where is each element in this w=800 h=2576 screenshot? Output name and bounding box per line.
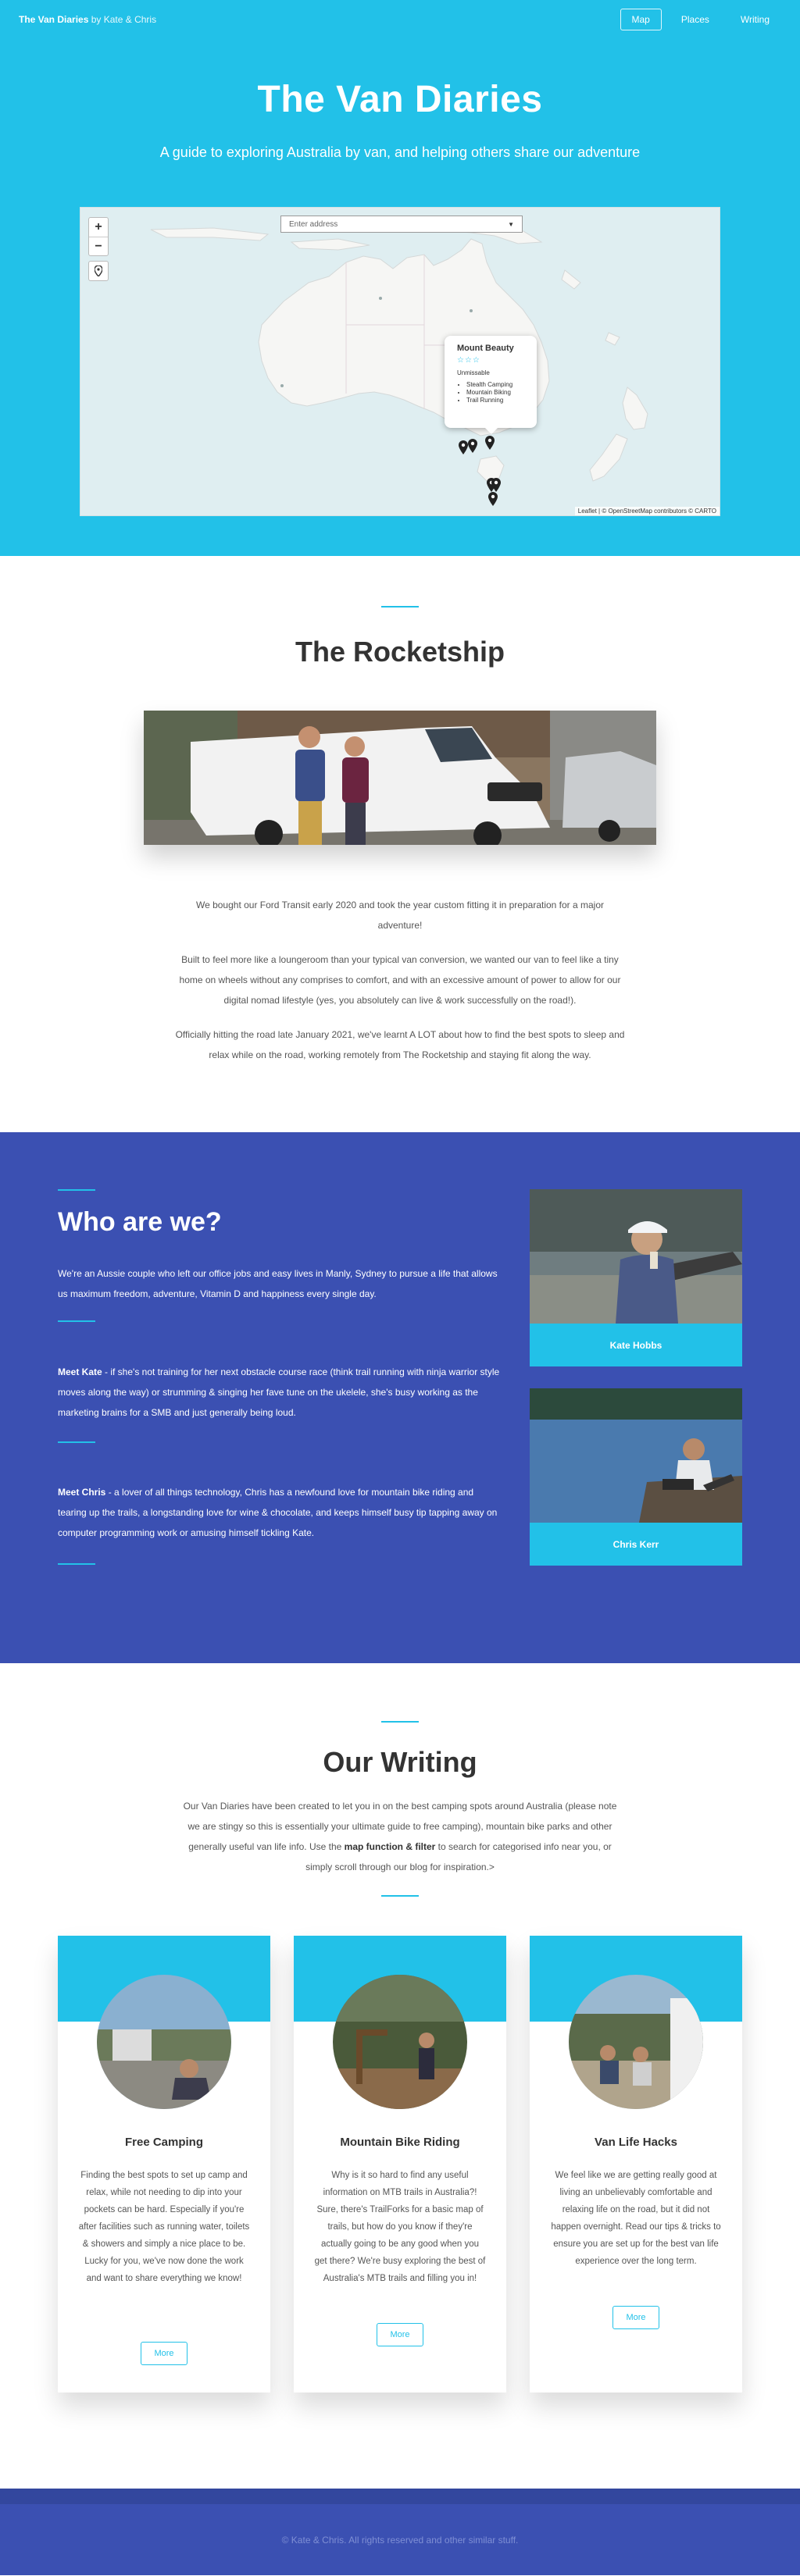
nav-link-writing[interactable]: Writing <box>729 9 781 30</box>
card-title: Van Life Hacks <box>595 2136 677 2149</box>
more-button[interactable]: More <box>141 2342 188 2365</box>
rocketship-section: The Rocketship We bought our Ford Transi… <box>0 556 800 1132</box>
section-divider <box>58 1320 95 1322</box>
map-marker-icon[interactable] <box>459 440 468 454</box>
rocketship-paragraph: Built to feel more like a loungeroom tha… <box>179 954 621 1006</box>
top-nav: The Van Diaries by Kate & Chris Map Plac… <box>0 0 800 39</box>
map-marker-icon[interactable] <box>488 492 498 506</box>
zoom-control: + − <box>88 217 109 256</box>
card-title: Mountain Bike Riding <box>340 2136 460 2149</box>
who-section: Who are we? We're an Aussie couple who l… <box>0 1132 800 1663</box>
section-divider <box>381 1895 419 1897</box>
popup-description: Unmissable <box>457 369 490 376</box>
card-body: Why is it so hard to find any useful inf… <box>314 2171 486 2283</box>
rocketship-title: The Rocketship <box>295 636 505 668</box>
popup-activity: Trail Running <box>466 397 524 404</box>
hero-title: The Van Diaries <box>257 79 543 120</box>
meet-kate-body: - if she's not training for her next obs… <box>58 1366 500 1418</box>
hero-section: The Van Diaries by Kate & Chris Map Plac… <box>0 0 800 556</box>
kate-name: Kate Hobbs <box>530 1324 742 1366</box>
card-title: Free Camping <box>124 2136 204 2149</box>
card-body: We feel like we are getting really good … <box>551 2171 721 2266</box>
popup-title: Mount Beauty <box>457 344 514 353</box>
card-photo <box>569 1975 703 2109</box>
writing-section: Our Writing Our Van Diaries have been cr… <box>0 1663 800 2489</box>
map-tiles <box>150 218 648 482</box>
zoom-out-button[interactable]: − <box>89 237 108 255</box>
who-title: Who are we? <box>58 1207 222 1237</box>
locate-button[interactable] <box>88 261 109 281</box>
address-placeholder: Enter address <box>289 219 338 229</box>
who-intro: We're an Aussie couple who left our offi… <box>58 1268 498 1299</box>
popup-activities: Stealth Camping Mountain Biking Trail Ru… <box>457 381 524 404</box>
chris-photo <box>530 1388 742 1523</box>
popup-rating: ☆☆☆ <box>457 356 480 365</box>
map-marker-icon[interactable] <box>485 436 495 450</box>
caret-down-icon: ▼ <box>508 220 514 228</box>
footer: © Kate & Chris. All rights reserved and … <box>0 2489 800 2575</box>
free-camping-photo-illustration <box>97 1975 231 2109</box>
meet-kate-label: Meet Kate <box>58 1366 102 1377</box>
kate-photo <box>530 1189 742 1324</box>
section-divider <box>381 1721 419 1723</box>
brand[interactable]: The Van Diaries by Kate & Chris <box>19 14 156 25</box>
person-card-chris: Chris Kerr <box>530 1388 742 1566</box>
map-marker-icon[interactable] <box>491 478 501 492</box>
meet-chris-text: Meet Chris - a lover of all things techn… <box>58 1482 502 1543</box>
nav-links: Map Places Writing <box>620 9 782 30</box>
nav-link-places[interactable]: Places <box>670 9 721 30</box>
card-photo <box>97 1975 231 2109</box>
footer-text: © Kate & Chris. All rights reserved and … <box>281 2534 519 2546</box>
map-attribution[interactable]: Leaflet | © OpenStreetMap contributors ©… <box>574 507 720 515</box>
card-body: Finding the best spots to set up camp an… <box>78 2171 250 2283</box>
more-button[interactable]: More <box>612 2306 659 2329</box>
rocketship-text: We bought our Ford Transit early 2020 an… <box>173 895 627 1079</box>
chris-photo-illustration <box>530 1388 742 1523</box>
map[interactable]: + − Enter address ▼ Mount Beauty ☆☆☆ Unm… <box>80 207 720 516</box>
meet-kate-text: Meet Kate - if she's not training for he… <box>58 1362 502 1423</box>
map-pin-icon <box>95 265 102 276</box>
section-divider <box>381 606 419 607</box>
card-photo <box>333 1975 467 2109</box>
section-divider <box>58 1563 95 1565</box>
van-life-photo-illustration <box>569 1975 703 2109</box>
chris-name: Chris Kerr <box>530 1523 742 1566</box>
more-button[interactable]: More <box>377 2323 423 2346</box>
popup-activity: Mountain Biking <box>466 389 524 397</box>
map-popup: Mount Beauty ☆☆☆ Unmissable Stealth Camp… <box>445 336 537 434</box>
meet-chris-body: - a lover of all things technology, Chri… <box>58 1487 498 1538</box>
hero-subtitle: A guide to exploring Australia by van, a… <box>159 144 641 160</box>
address-select[interactable]: Enter address ▼ <box>280 216 523 233</box>
van-photo-illustration <box>144 711 656 845</box>
writing-intro: Our Van Diaries have been created to let… <box>180 1796 620 1877</box>
writing-intro-bold: map function & filter <box>344 1841 436 1852</box>
popup-activity: Stealth Camping <box>466 381 524 389</box>
writing-card-free-camping: Free Camping Finding the best spots to s… <box>58 1936 270 2393</box>
van-photo <box>144 711 656 845</box>
mtb-photo-illustration <box>333 1975 467 2109</box>
rocketship-paragraph: Officially hitting the road late January… <box>175 1029 625 1060</box>
brand-byline: by Kate & Chris <box>91 14 157 25</box>
rocketship-paragraph: We bought our Ford Transit early 2020 an… <box>195 900 605 931</box>
popup-tip <box>485 428 498 434</box>
map-marker-icon[interactable] <box>468 439 477 453</box>
writing-card-mountain-bike: Mountain Bike Riding Why is it so hard t… <box>294 1936 506 2393</box>
person-card-kate: Kate Hobbs <box>530 1189 742 1366</box>
writing-title: Our Writing <box>323 1746 477 1778</box>
brand-name: The Van Diaries <box>19 14 89 25</box>
section-divider <box>58 1441 95 1443</box>
meet-chris-label: Meet Chris <box>58 1487 106 1498</box>
kate-photo-illustration <box>530 1189 742 1324</box>
writing-card-van-life-hacks: Van Life Hacks We feel like we are getti… <box>530 1936 742 2393</box>
nav-link-map[interactable]: Map <box>620 9 662 30</box>
zoom-in-button[interactable]: + <box>89 218 108 237</box>
section-divider <box>58 1189 95 1191</box>
